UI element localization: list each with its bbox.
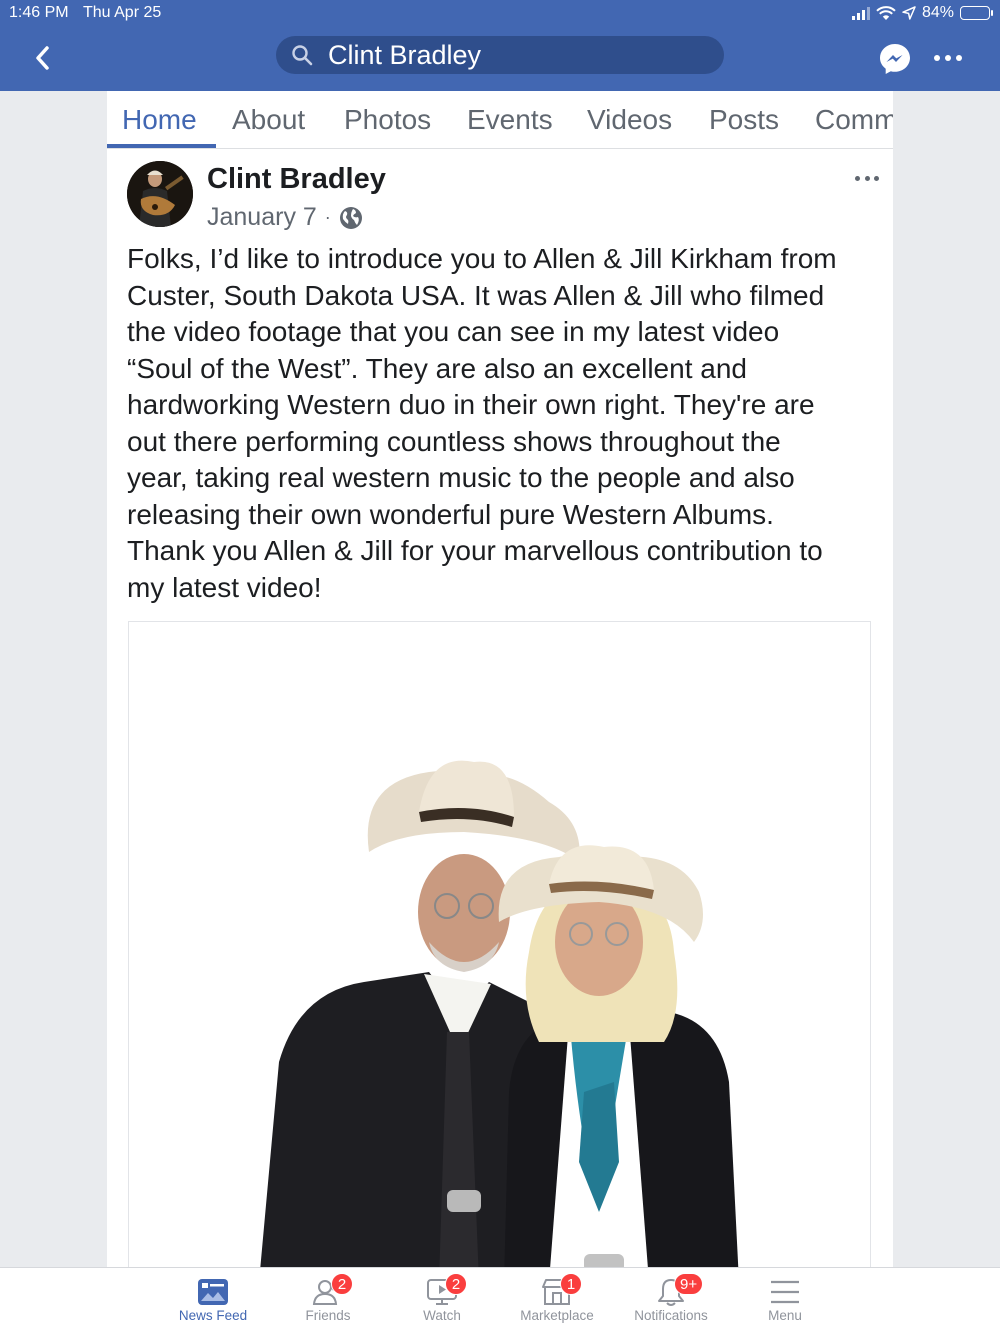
- post-text-line: year, taking real western music to the p…: [127, 462, 795, 493]
- more-options-button[interactable]: [934, 52, 962, 64]
- nav-news-feed[interactable]: News Feed: [158, 1268, 268, 1333]
- post-author[interactable]: Clint Bradley: [207, 163, 386, 196]
- search-bar[interactable]: [276, 36, 724, 74]
- news-feed-icon: [198, 1279, 228, 1305]
- tab-community[interactable]: Comm: [815, 104, 893, 136]
- tab-events[interactable]: Events: [467, 104, 553, 136]
- post-text-line: Folks, I’d like to introduce you to Alle…: [127, 243, 837, 274]
- nav-label-menu: Menu: [768, 1308, 802, 1323]
- messenger-icon: [880, 44, 910, 74]
- nav-watch[interactable]: 2 Watch: [387, 1268, 497, 1333]
- watch-badge: 2: [445, 1273, 467, 1295]
- facebook-app: 1:46 PM Thu Apr 25 84% Clint Bradley Hom…: [0, 0, 1000, 1333]
- couple-photo-illustration: [129, 622, 870, 1267]
- search-input[interactable]: [328, 37, 708, 73]
- post-text-line: hardworking Western duo in their own rig…: [127, 389, 815, 420]
- post-body: Folks, I’d like to introduce you to Alle…: [127, 241, 877, 606]
- cellular-signal-icon: [851, 6, 870, 20]
- post-text-line: the video footage that you can see in my…: [127, 316, 780, 347]
- nav-label-watch: Watch: [423, 1308, 461, 1323]
- nav-label-news-feed: News Feed: [178, 1308, 248, 1323]
- post-options-button[interactable]: [855, 173, 879, 183]
- tab-videos[interactable]: Videos: [587, 104, 672, 136]
- back-button[interactable]: [26, 40, 58, 76]
- status-icons: 84%: [851, 3, 993, 23]
- tab-about[interactable]: About: [232, 104, 305, 136]
- bottom-navigation: News Feed 2 Friends 2 Watch 1 Marketplac…: [0, 1267, 1000, 1333]
- avatar-image: [127, 161, 193, 227]
- page-tabs: Home About Photos Events Videos Posts Co…: [107, 91, 893, 149]
- tab-photos[interactable]: Photos: [344, 104, 431, 136]
- search-icon: [292, 45, 313, 66]
- notifications-badge: 9+: [674, 1273, 704, 1295]
- battery-icon: [960, 6, 993, 20]
- menu-icon: [771, 1280, 799, 1304]
- nav-friends[interactable]: 2 Friends: [273, 1268, 383, 1333]
- status-date: Thu Apr 25: [83, 4, 162, 21]
- chevron-left-icon: [36, 46, 49, 70]
- post-text-line: “Soul of the West”. They are also an exc…: [127, 352, 747, 384]
- post-photo[interactable]: [128, 621, 871, 1267]
- avatar[interactable]: [127, 161, 193, 227]
- post-text-line: out there performing countless shows thr…: [127, 425, 781, 457]
- post-text-line: my latest video!: [127, 571, 322, 603]
- location-arrow-icon: [902, 6, 916, 20]
- nav-label-notifications: Notifications: [634, 1308, 708, 1323]
- nav-menu[interactable]: Menu: [730, 1268, 840, 1333]
- meta-separator: ·: [324, 207, 331, 227]
- globe-icon: [339, 206, 362, 229]
- active-tab-indicator: [107, 144, 216, 148]
- post-text-line: releasing their own wonderful pure Weste…: [127, 498, 774, 530]
- status-bar: 1:46 PM Thu Apr 25 84%: [0, 0, 1000, 26]
- messenger-button[interactable]: [878, 42, 912, 76]
- page-content: Home About Photos Events Videos Posts Co…: [107, 91, 893, 1267]
- post-meta: January 7 ·: [207, 203, 363, 232]
- marketplace-badge: 1: [560, 1273, 582, 1295]
- tab-posts[interactable]: Posts: [709, 104, 779, 136]
- top-bar: 1:46 PM Thu Apr 25 84%: [0, 0, 1000, 91]
- nav-notifications[interactable]: 9+ Notifications: [616, 1268, 726, 1333]
- friends-badge: 2: [331, 1273, 353, 1295]
- nav-label-marketplace: Marketplace: [520, 1308, 594, 1323]
- wifi-icon: [876, 5, 896, 20]
- post-text-line: Thank you Allen & Jill for your marvello…: [127, 535, 823, 566]
- battery-percent: 84%: [921, 4, 954, 21]
- post-date[interactable]: January 7: [207, 203, 317, 232]
- status-time: 1:46 PM: [9, 4, 69, 21]
- post-text-line: Custer, South Dakota USA. It was Allen &…: [127, 279, 825, 311]
- tab-home[interactable]: Home: [122, 104, 197, 136]
- nav-marketplace[interactable]: 1 Marketplace: [502, 1268, 612, 1333]
- nav-label-friends: Friends: [305, 1308, 351, 1323]
- post-header: Clint Bradley January 7 ·: [107, 149, 893, 239]
